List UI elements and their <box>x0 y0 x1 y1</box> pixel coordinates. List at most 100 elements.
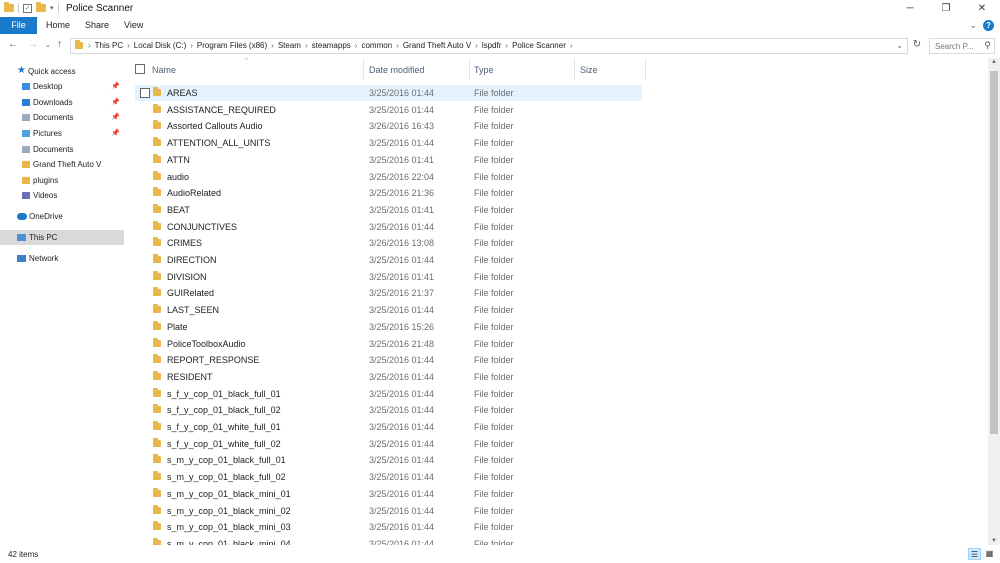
table-row[interactable]: s_f_y_cop_01_white_full_01 3/25/2016 01:4… <box>135 419 642 435</box>
column-header-size[interactable]: Size <box>580 65 598 75</box>
table-row[interactable]: REPORT_RESPONSE 3/25/2016 01:44 File folde… <box>135 352 642 368</box>
nav-item-desktop[interactable]: Desktop 📌 <box>0 79 124 94</box>
breadcrumb-item[interactable]: Police Scanner <box>510 41 568 50</box>
breadcrumb-separator-icon[interactable]: › <box>503 41 510 50</box>
table-row[interactable]: GUIRelated 3/25/2016 21:37 File folder <box>135 285 642 301</box>
table-row[interactable]: PoliceToolboxAudio 3/25/2016 21:48 File fo… <box>135 336 642 352</box>
pin-icon[interactable]: 📌 <box>111 113 120 121</box>
scroll-down-icon[interactable]: ▼ <box>988 538 1000 544</box>
nav-item-network[interactable]: Network <box>0 251 124 266</box>
table-row[interactable]: s_m_y_cop_01_black_full_01 3/25/2016 01:4… <box>135 452 642 468</box>
breadcrumb-item[interactable]: Grand Theft Auto V <box>401 41 473 50</box>
pin-icon[interactable]: 📌 <box>111 82 120 90</box>
minimize-button[interactable]: ─ <box>892 0 928 17</box>
breadcrumb-item[interactable]: Program Files (x86) <box>195 41 269 50</box>
breadcrumb-separator-icon[interactable]: › <box>188 41 195 50</box>
table-row[interactable]: s_f_y_cop_01_black_full_01 3/25/2016 01:4… <box>135 386 642 402</box>
table-row[interactable]: s_m_y_cop_01_black_mini_04 3/25/2016 01:4… <box>135 536 642 545</box>
breadcrumb-separator-icon[interactable]: › <box>473 41 480 50</box>
nav-item-plugins[interactable]: plugins <box>0 173 124 188</box>
breadcrumb-separator-icon[interactable]: › <box>394 41 401 50</box>
table-row[interactable]: DIVISION 3/25/2016 01:41 File folder <box>135 269 642 285</box>
table-row[interactable]: BEAT 3/25/2016 01:41 File folder <box>135 202 642 218</box>
tab-home[interactable]: Home <box>46 17 70 34</box>
vertical-scrollbar[interactable]: ▲ ▼ <box>988 58 1000 545</box>
table-row[interactable]: s_f_y_cop_01_white_full_02 3/25/2016 01:4… <box>135 436 642 452</box>
table-row[interactable]: ATTENTION_ALL_UNITS 3/25/2016 01:44 File f… <box>135 135 642 151</box>
scroll-up-icon[interactable]: ▲ <box>988 59 1000 65</box>
nav-item-quick-access[interactable]: ★ Quick access <box>0 64 124 79</box>
table-row[interactable]: CRIMES 3/26/2016 13:08 File folder <box>135 235 642 251</box>
breadcrumb-item[interactable]: common <box>359 41 394 50</box>
back-button[interactable]: ← <box>8 39 18 50</box>
column-divider[interactable] <box>574 58 575 80</box>
breadcrumb-separator-icon[interactable]: › <box>86 41 93 50</box>
table-row[interactable]: s_m_y_cop_01_black_full_02 3/25/2016 01:4… <box>135 469 642 485</box>
tab-view[interactable]: View <box>124 17 143 34</box>
table-row[interactable]: s_m_y_cop_01_black_mini_02 3/25/2016 01:4… <box>135 503 642 519</box>
table-row[interactable]: DIRECTION 3/25/2016 01:44 File folder <box>135 252 642 268</box>
tab-file[interactable]: File <box>0 17 37 34</box>
nav-item-downloads[interactable]: Downloads 📌 <box>0 95 124 110</box>
nav-item-pictures[interactable]: Pictures 📌 <box>0 126 124 141</box>
breadcrumb-item[interactable]: This PC <box>93 41 125 50</box>
table-row[interactable]: s_f_y_cop_01_black_full_02 3/25/2016 01:4… <box>135 402 642 418</box>
tab-share[interactable]: Share <box>85 17 109 34</box>
recent-locations-icon[interactable]: ⌄ <box>45 41 51 49</box>
scrollbar-thumb[interactable] <box>990 71 998 434</box>
table-row[interactable]: Assorted Callouts Audio 3/26/2016 16:43 Fi… <box>135 118 642 134</box>
help-icon[interactable]: ? <box>983 20 994 31</box>
table-row[interactable]: Plate 3/25/2016 15:26 File folder <box>135 319 642 335</box>
nav-item-documents[interactable]: Documents 📌 <box>0 110 124 125</box>
row-checkbox[interactable] <box>140 88 150 98</box>
nav-item-documents-2[interactable]: Documents <box>0 142 124 157</box>
file-date-modified: 3/25/2016 01:44 <box>369 405 435 416</box>
nav-item-videos[interactable]: Videos <box>0 188 124 203</box>
breadcrumb-separator-icon[interactable]: › <box>353 41 360 50</box>
breadcrumb-separator-icon[interactable]: › <box>303 41 310 50</box>
breadcrumb-separator-icon[interactable]: › <box>269 41 276 50</box>
nav-item-onedrive[interactable]: OneDrive <box>0 209 124 224</box>
table-row[interactable]: AREAS 3/25/2016 01:44 File folder <box>135 85 642 101</box>
table-row[interactable]: AudioRelated 3/25/2016 21:36 File folder <box>135 185 642 201</box>
table-row[interactable]: CONJUNCTIVES 3/25/2016 01:44 File folder <box>135 219 642 235</box>
details-view-icon[interactable]: ☰ <box>968 548 981 560</box>
breadcrumb-separator-icon[interactable]: › <box>568 41 575 50</box>
pin-icon[interactable]: 📌 <box>111 129 120 137</box>
new-folder-icon[interactable] <box>36 2 46 12</box>
table-row[interactable]: s_m_y_cop_01_black_mini_03 3/25/2016 01:4… <box>135 519 642 535</box>
table-row[interactable]: s_m_y_cop_01_black_mini_01 3/25/2016 01:4… <box>135 486 642 502</box>
pin-icon[interactable]: 📌 <box>111 98 120 106</box>
search-input[interactable]: Search P... ⚲ <box>929 38 995 54</box>
select-all-checkbox[interactable] <box>135 64 145 74</box>
column-divider[interactable] <box>363 58 364 80</box>
column-header-name[interactable]: Name <box>152 65 176 75</box>
nav-item-this-pc[interactable]: This PC <box>0 230 124 245</box>
breadcrumb-item[interactable]: steamapps <box>310 41 353 50</box>
breadcrumb-item[interactable]: Steam <box>276 41 303 50</box>
column-divider[interactable] <box>469 58 470 80</box>
column-divider[interactable] <box>645 58 646 80</box>
column-header-type[interactable]: Type <box>474 65 494 75</box>
up-button[interactable]: ↑ <box>57 39 62 50</box>
table-row[interactable]: ASSISTANCE_REQUIRED 3/25/2016 01:44 File f… <box>135 102 642 118</box>
customize-toolbar-icon[interactable]: ▾ <box>50 4 54 12</box>
breadcrumb-separator-icon[interactable]: › <box>125 41 132 50</box>
column-header-date[interactable]: Date modified <box>369 65 425 75</box>
maximize-button[interactable]: ❐ <box>928 0 964 17</box>
table-row[interactable]: RESIDENT 3/25/2016 01:44 File folder <box>135 369 642 385</box>
breadcrumb-item[interactable]: lspdfr <box>480 41 504 50</box>
expand-ribbon-icon[interactable]: ⌄ <box>969 20 977 31</box>
refresh-button[interactable]: ↻ <box>909 39 925 53</box>
nav-item-gta-v[interactable]: Grand Theft Auto V <box>0 157 124 172</box>
address-bar[interactable]: › This PC › Local Disk (C:) › Program Fi… <box>70 38 908 54</box>
close-button[interactable]: ✕ <box>964 0 1000 17</box>
properties-icon[interactable]: ✓ <box>23 3 32 13</box>
table-row[interactable]: audio 3/25/2016 22:04 File folder <box>135 169 642 185</box>
large-icons-view-icon[interactable]: ▦ <box>983 548 996 560</box>
table-row[interactable]: ATTN 3/25/2016 01:41 File folder <box>135 152 642 168</box>
breadcrumb-item[interactable]: Local Disk (C:) <box>132 41 188 50</box>
forward-button[interactable]: → <box>28 39 38 50</box>
table-row[interactable]: LAST_SEEN 3/25/2016 01:44 File folder <box>135 302 642 318</box>
address-history-icon[interactable]: ⌄ <box>896 41 903 50</box>
